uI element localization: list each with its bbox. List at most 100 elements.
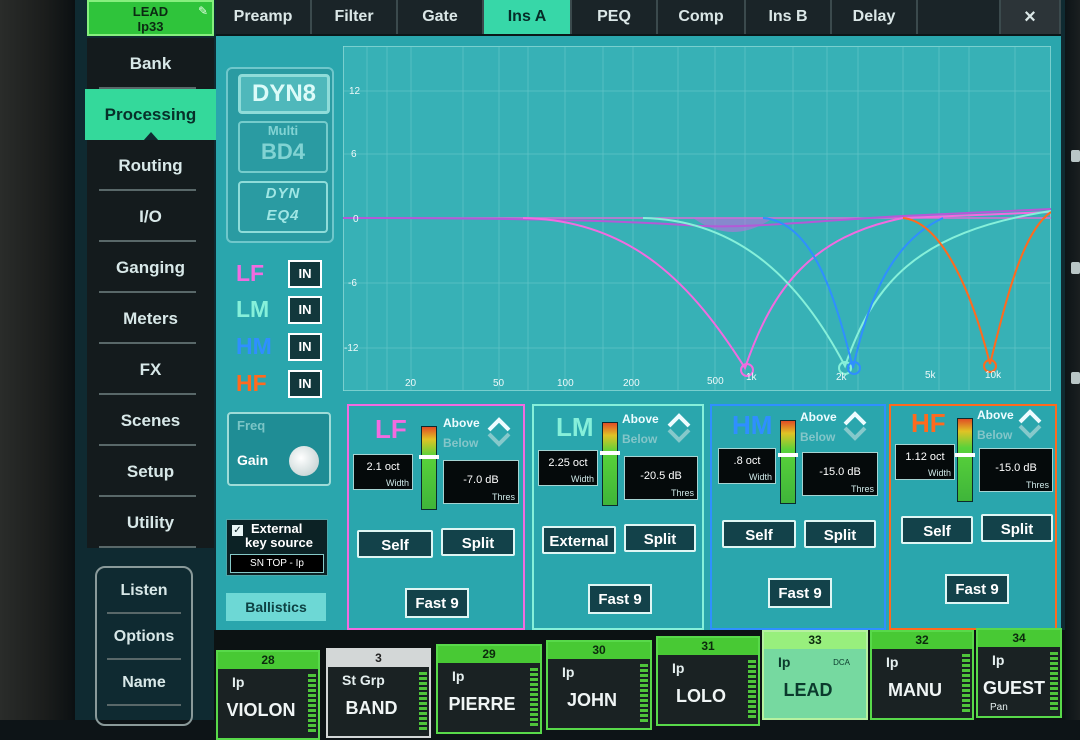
chevron-down-icon[interactable] [1017, 418, 1043, 444]
channel-strip[interactable]: 31 Ip LOLO [656, 636, 760, 726]
split-button[interactable]: Split [804, 520, 876, 548]
chevron-down-icon[interactable] [666, 422, 692, 448]
tab-empty [918, 0, 1001, 34]
above-label[interactable]: Above [443, 416, 480, 430]
width-field[interactable]: .8 oct Width [718, 448, 776, 484]
strip-number: 33 [764, 632, 866, 649]
nav-scenes[interactable]: Scenes [87, 395, 214, 446]
strip-name: BAND [345, 698, 398, 718]
external-key-source[interactable]: ✓ External key source SN TOP - Ip [226, 519, 328, 576]
tab-filter[interactable]: Filter [312, 0, 398, 34]
tab-gate[interactable]: Gate [398, 0, 484, 34]
split-button[interactable]: Split [624, 524, 696, 552]
band-lm-toggle[interactable]: LM IN [236, 296, 326, 324]
key-source-select[interactable]: SN TOP - Ip [230, 554, 324, 573]
gain-knob-icon[interactable] [289, 446, 319, 476]
ballistics-button[interactable]: Ballistics [226, 593, 326, 621]
nav-io[interactable]: I/O [87, 191, 214, 242]
split-button[interactable]: Split [441, 528, 515, 556]
above-label[interactable]: Above [800, 410, 837, 424]
nav-listen[interactable]: Listen [97, 568, 191, 614]
tab-ins-b[interactable]: Ins B [746, 0, 832, 34]
nav-meters[interactable]: Meters [87, 293, 214, 344]
edit-pencil-icon[interactable]: ✎ [198, 4, 208, 19]
strip-name: JOHN [566, 690, 617, 710]
tab-ins-a[interactable]: Ins A [484, 0, 572, 34]
channel-strip[interactable]: 28 Ip VIOLON [216, 650, 320, 740]
dyn-eq4-logo[interactable]: DYN EQ4 [238, 181, 328, 233]
band-hf-toggle[interactable]: HF IN [236, 370, 326, 398]
width-field[interactable]: 2.1 oct Width [353, 454, 413, 490]
strip-name: GUEST [982, 678, 1045, 698]
band-lm-in-button[interactable]: IN [288, 296, 322, 324]
threshold-caption: Thres [850, 484, 874, 494]
ballistics-preset-button[interactable]: Fast 9 [405, 588, 469, 618]
band-hf-in-button[interactable]: IN [288, 370, 322, 398]
x-tick: 1k [746, 372, 758, 383]
tab-comp[interactable]: Comp [658, 0, 746, 34]
below-label[interactable]: Below [800, 430, 835, 444]
ballistics-preset-button[interactable]: Fast 9 [945, 574, 1009, 604]
selected-channel-tag[interactable]: LEAD Ip33 ✎ [87, 0, 214, 36]
channel-strip[interactable]: 3 St Grp BAND [326, 648, 431, 738]
ballistics-preset-button[interactable]: Fast 9 [768, 578, 832, 608]
sidechain-self-button[interactable]: Self [357, 530, 433, 558]
dyn8-logo[interactable]: DYN8 [238, 74, 330, 114]
sidechain-self-button[interactable]: Self [901, 516, 973, 544]
width-caption: Width [570, 474, 594, 484]
band-lf-in-button[interactable]: IN [288, 260, 322, 288]
strip-dca-tag: DCA [833, 658, 850, 667]
checkbox-check-icon[interactable]: ✓ [232, 525, 243, 536]
band-lf-toggle[interactable]: LF IN [236, 260, 326, 288]
tab-preamp[interactable]: Preamp [216, 0, 312, 34]
nav-processing[interactable]: Processing [85, 89, 216, 141]
width-field[interactable]: 1.12 oct Width [895, 444, 955, 480]
chevron-down-icon[interactable] [842, 420, 868, 446]
above-label[interactable]: Above [622, 412, 659, 426]
strip-name: LOLO [676, 686, 726, 706]
nav-options[interactable]: Options [97, 614, 191, 660]
threshold-field[interactable]: -15.0 dB Thres [802, 452, 878, 496]
threshold-field[interactable]: -20.5 dB Thres [624, 456, 698, 500]
channel-strip[interactable]: 30 Ip JOHN [546, 640, 652, 730]
channel-strip[interactable]: 32 Ip MANU [870, 630, 974, 720]
threshold-field[interactable]: -7.0 dB Thres [443, 460, 519, 504]
band-panel-name: HF [911, 408, 946, 438]
strip-source: Ip [232, 674, 245, 690]
width-caption: Width [748, 472, 772, 482]
tab-peq[interactable]: PEQ [572, 0, 658, 34]
below-label[interactable]: Below [977, 428, 1012, 442]
nav-name[interactable]: Name [97, 660, 191, 706]
band-panel-lm: LM Above Below 2.25 oct Width -20.5 dB Thr… [532, 404, 704, 630]
nav-routing[interactable]: Routing [87, 140, 214, 191]
close-icon[interactable]: × [1001, 0, 1061, 34]
width-field[interactable]: 2.25 oct Width [538, 450, 598, 486]
freq-gain-control[interactable]: Freq Gain [227, 412, 331, 486]
band-hm-in-button[interactable]: IN [288, 333, 322, 361]
threshold-field[interactable]: -15.0 dB Thres [979, 448, 1053, 492]
chevron-down-icon[interactable] [486, 426, 512, 452]
split-button[interactable]: Split [981, 514, 1053, 542]
band-gain-reduction-meter [955, 418, 975, 502]
nav-fx[interactable]: FX [87, 344, 214, 395]
tab-delay[interactable]: Delay [832, 0, 918, 34]
channel-strip-selected[interactable]: 33 Ip DCA LEAD [762, 630, 868, 720]
below-label[interactable]: Below [443, 436, 478, 450]
multiband-logo[interactable]: Multi BD4 [238, 121, 328, 173]
above-label[interactable]: Above [977, 408, 1014, 422]
band-hm-toggle[interactable]: HM IN [236, 333, 326, 361]
nav-ganging[interactable]: Ganging [87, 242, 214, 293]
nav-utility[interactable]: Utility [87, 497, 214, 548]
strip-source: Ip [562, 664, 575, 680]
sidechain-self-button[interactable]: Self [722, 520, 796, 548]
sidechain-external-button[interactable]: External [542, 526, 616, 554]
nav-setup[interactable]: Setup [87, 446, 214, 497]
channel-strip[interactable]: 29 Ip PIERRE [436, 644, 542, 734]
width-value: .8 oct [733, 455, 761, 467]
nav-bank[interactable]: Bank [87, 38, 214, 89]
ballistics-preset-button[interactable]: Fast 9 [588, 584, 652, 614]
dyn-eq4-logo-bottom: EQ4 [266, 207, 300, 224]
channel-strip[interactable]: 34 Ip GUEST Pan [976, 628, 1062, 718]
band-lf-label: LF [236, 260, 265, 286]
below-label[interactable]: Below [622, 432, 657, 446]
